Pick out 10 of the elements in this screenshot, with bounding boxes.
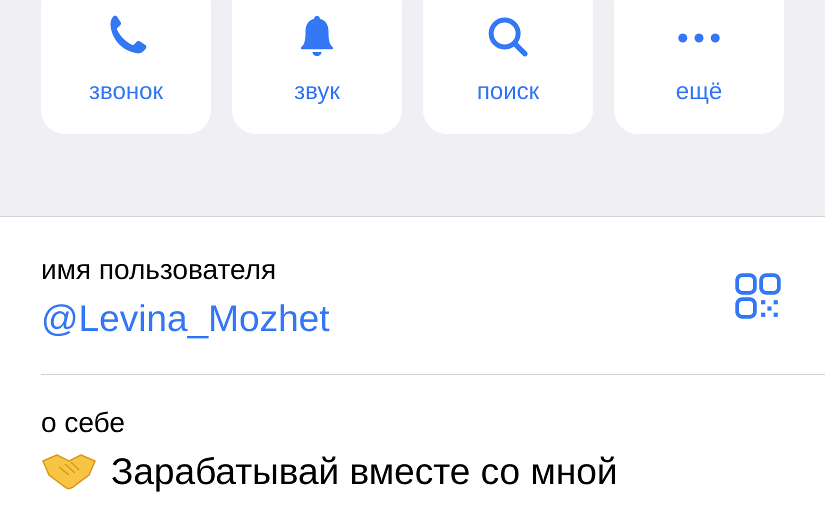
more-icon <box>678 33 720 43</box>
bio-text: Зарабатывай вместе со мной <box>111 452 618 490</box>
qr-code-icon[interactable] <box>733 270 783 320</box>
username-link[interactable]: @Levina_Mozhet <box>41 300 330 337</box>
field-label: имя пользователя <box>41 256 278 284</box>
action-button[interactable]: звук <box>232 0 402 134</box>
action-button[interactable]: ещё <box>614 0 784 134</box>
action-button[interactable]: поиск <box>423 0 593 134</box>
action-button[interactable]: звонок <box>41 0 211 134</box>
field-label: о себе <box>41 409 126 437</box>
